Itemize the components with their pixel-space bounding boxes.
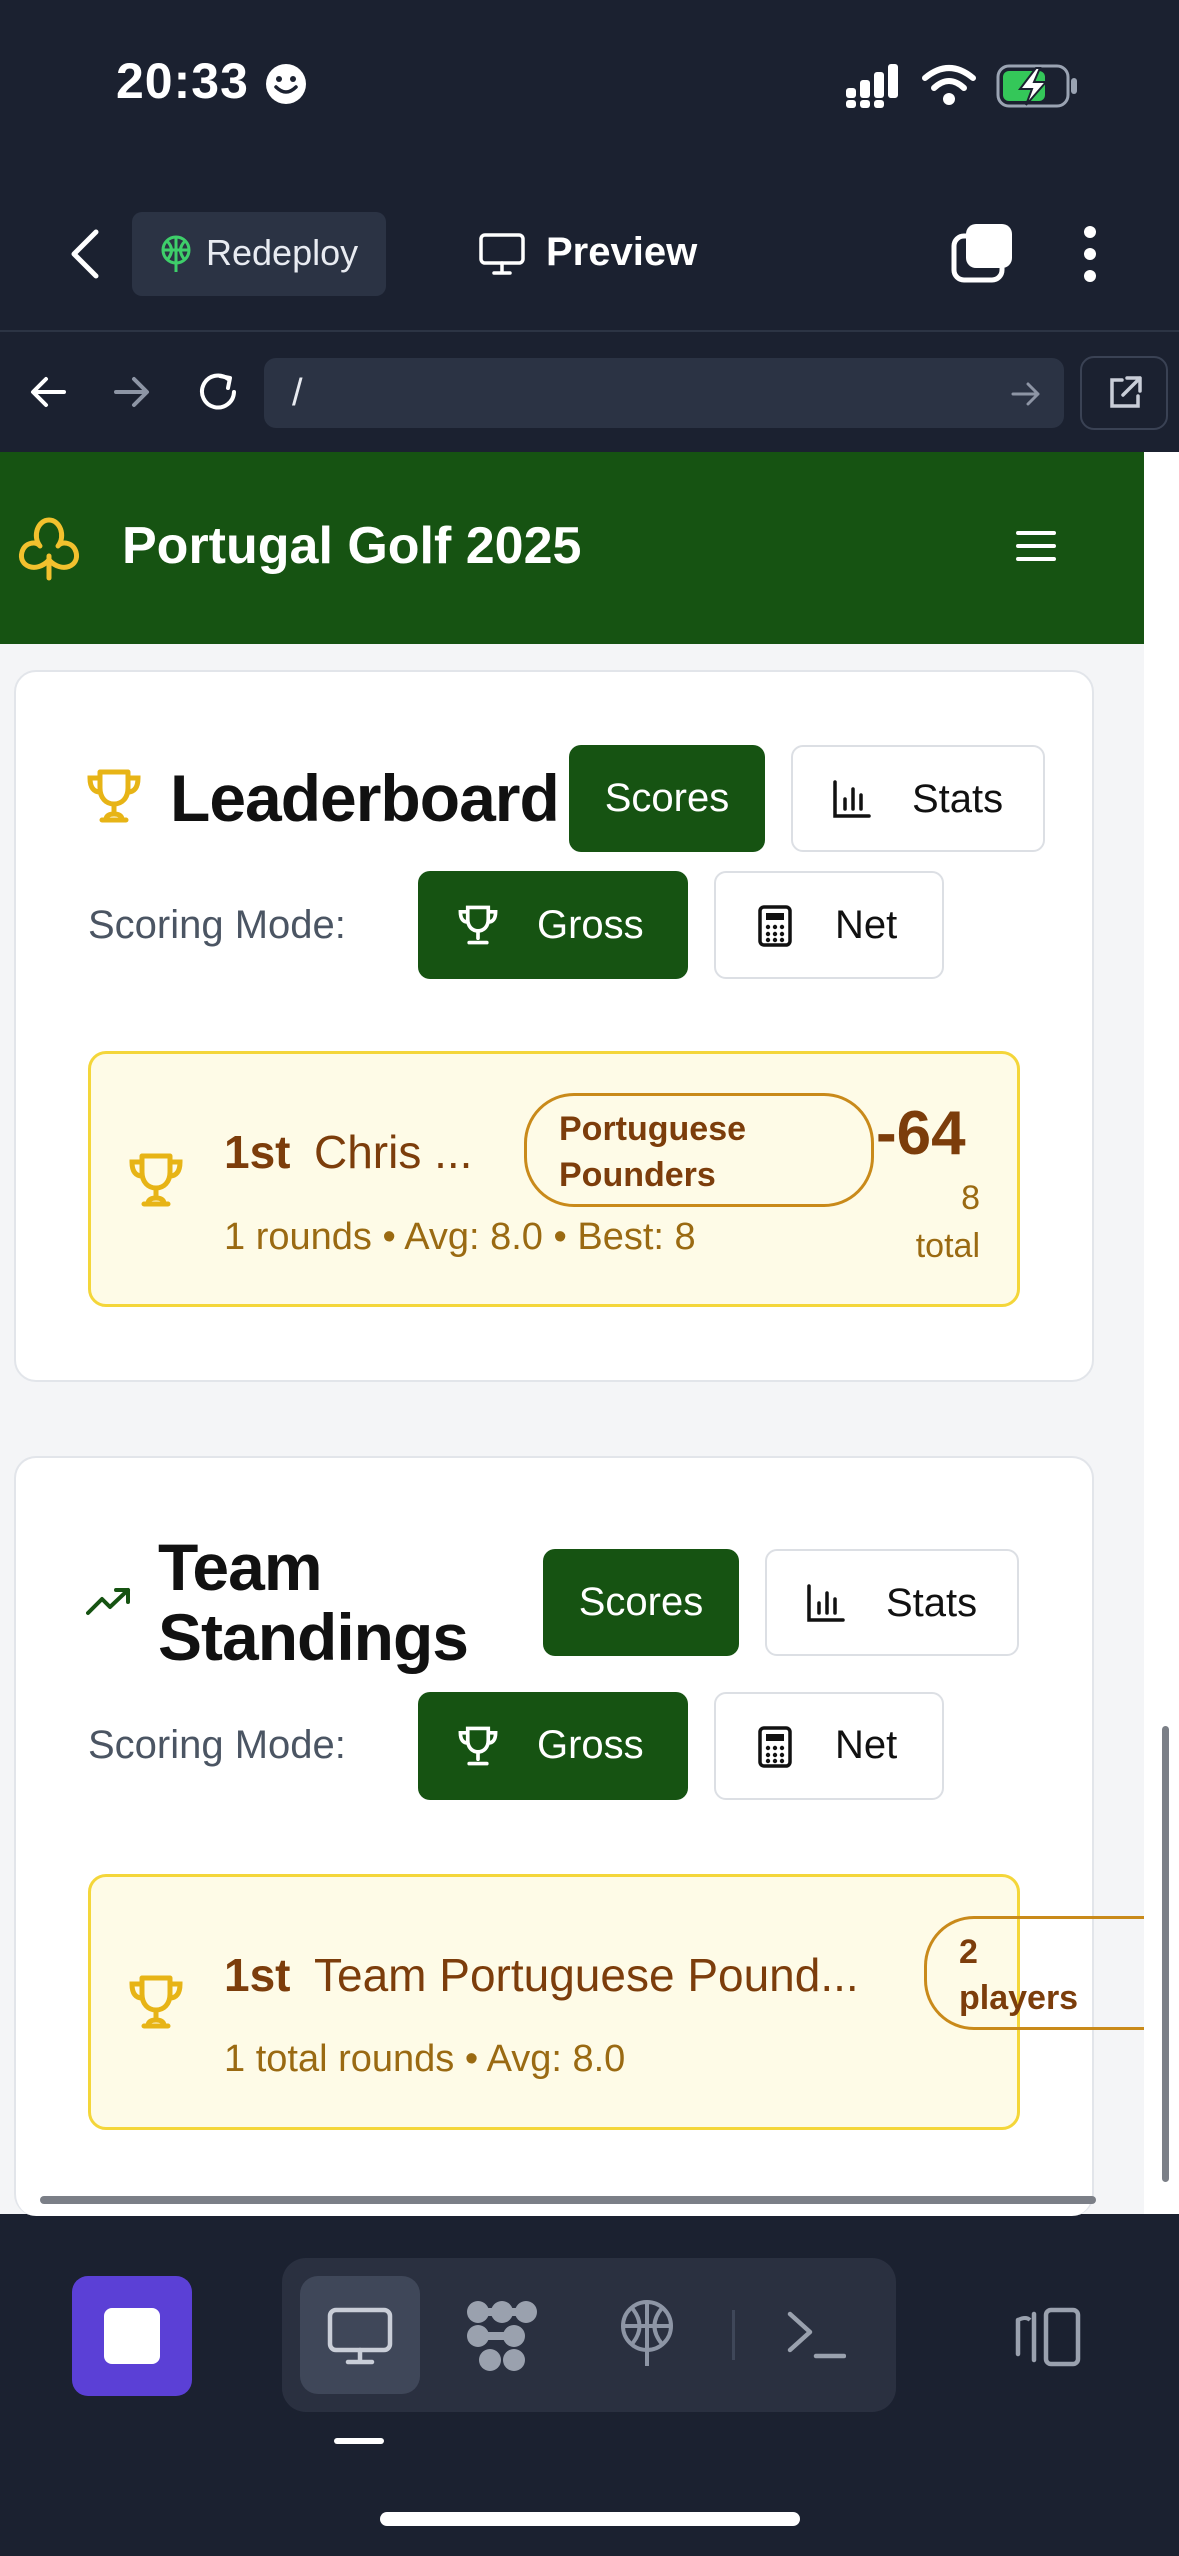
team-net-button[interactable] bbox=[714, 1692, 944, 1800]
back-chevron-icon[interactable] bbox=[66, 228, 106, 280]
entry-total-label: total bbox=[915, 1227, 980, 1265]
players-count: 2 bbox=[959, 1933, 978, 1971]
tabs-icon[interactable] bbox=[950, 222, 1016, 284]
status-time: 20:33 bbox=[116, 53, 249, 109]
trending-up-icon bbox=[86, 1586, 132, 1616]
entry-score: -64 bbox=[876, 1099, 966, 1168]
leaderboard-scores-button[interactable]: Scores bbox=[569, 745, 765, 852]
team-entry-name: Team Portuguese Pound... bbox=[314, 1949, 859, 2001]
bar-chart-icon bbox=[832, 779, 872, 819]
team-entry-rank: 1st bbox=[224, 1949, 291, 2001]
reload-icon[interactable] bbox=[194, 368, 242, 416]
net-label: Net bbox=[835, 1723, 898, 1767]
team-entry[interactable] bbox=[88, 1874, 1020, 2130]
face-icon bbox=[264, 62, 308, 106]
net-label: Net bbox=[835, 903, 898, 947]
team-badge-line1: Portuguese bbox=[559, 1110, 747, 1148]
browser-forward-icon[interactable] bbox=[112, 372, 152, 412]
horizontal-scrollbar[interactable] bbox=[40, 2196, 1096, 2204]
home-indicator bbox=[380, 2512, 800, 2526]
players-label: players bbox=[959, 1979, 1079, 2017]
leaderboard-net-button[interactable] bbox=[714, 871, 944, 979]
scores-label: Scores bbox=[578, 1580, 704, 1624]
stats-label: Stats bbox=[912, 777, 1004, 821]
entry-total: 8 total bbox=[880, 1174, 980, 1270]
calculator-icon bbox=[758, 1726, 792, 1768]
scoring-mode-label: Scoring Mode: bbox=[88, 903, 346, 947]
signal-icon bbox=[846, 64, 906, 108]
hamburger-menu-icon[interactable] bbox=[1016, 530, 1056, 562]
entry-summary: 1 rounds • Avg: 8.0 • Best: 8 bbox=[224, 1216, 696, 1258]
team-standings-title-line2: Standings bbox=[158, 1600, 469, 1674]
app-title: Portugal Golf 2025 bbox=[122, 517, 582, 575]
entry-rank: 1st bbox=[224, 1126, 291, 1178]
entry-player-name: Chris ... bbox=[314, 1126, 473, 1178]
bar-chart-icon bbox=[806, 1583, 846, 1623]
trophy-icon bbox=[456, 1724, 500, 1768]
wifi-icon bbox=[922, 64, 976, 106]
entry-total-value: 8 bbox=[961, 1179, 980, 1217]
vertical-scrollbar[interactable] bbox=[1162, 1726, 1169, 2182]
url-input[interactable] bbox=[264, 358, 1064, 428]
team-entry-summary: 1 total rounds • Avg: 8.0 bbox=[224, 2038, 626, 2080]
scores-label: Scores bbox=[604, 776, 730, 820]
more-options-icon[interactable] bbox=[1080, 224, 1100, 284]
url-path: / bbox=[292, 372, 303, 414]
divider bbox=[732, 2310, 735, 2360]
team-scores-button[interactable]: Scores bbox=[543, 1549, 739, 1656]
trophy-icon bbox=[84, 766, 144, 826]
players-badge: 2 players bbox=[924, 1916, 1144, 2030]
team-badge: Portuguese Pounders bbox=[524, 1093, 874, 1207]
stats-label: Stats bbox=[886, 1581, 978, 1625]
leaderboard-title: Leaderboard bbox=[170, 761, 560, 835]
trophy-icon bbox=[456, 903, 500, 947]
redeploy-label: Redeploy bbox=[206, 232, 359, 273]
battery-charging-icon bbox=[996, 62, 1080, 110]
deploy-icon bbox=[158, 234, 194, 274]
split-view-icon[interactable] bbox=[1010, 2306, 1082, 2368]
stop-icon bbox=[104, 2308, 160, 2364]
calculator-icon bbox=[758, 905, 792, 947]
trophy-icon bbox=[126, 1972, 186, 2032]
clover-icon bbox=[14, 516, 84, 582]
trophy-icon bbox=[126, 1150, 186, 1210]
gross-label: Gross bbox=[537, 1723, 644, 1767]
terminal-icon[interactable] bbox=[786, 2306, 846, 2362]
go-arrow-icon[interactable] bbox=[1010, 378, 1042, 410]
workflow-icon[interactable] bbox=[464, 2300, 540, 2372]
team-badge-line2: Pounders bbox=[559, 1156, 716, 1194]
monitor-icon bbox=[478, 232, 526, 276]
team-standings-title-line1: Team bbox=[158, 1530, 323, 1604]
external-link-icon bbox=[1106, 374, 1144, 412]
deploy-icon[interactable] bbox=[614, 2298, 680, 2370]
preview-tab[interactable]: Preview bbox=[546, 230, 697, 275]
gross-label: Gross bbox=[537, 903, 644, 947]
active-tab-indicator bbox=[334, 2438, 384, 2444]
divider bbox=[0, 330, 1179, 332]
monitor-icon bbox=[326, 2306, 394, 2366]
browser-back-icon[interactable] bbox=[28, 372, 68, 412]
scoring-mode-label: Scoring Mode: bbox=[88, 1723, 346, 1767]
team-standings-title: Team Standings bbox=[158, 1530, 469, 1674]
